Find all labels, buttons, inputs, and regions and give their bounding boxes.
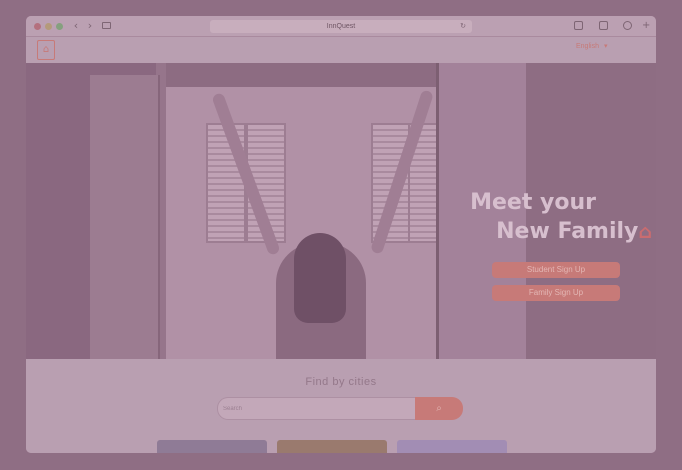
- tabs-icon[interactable]: [599, 21, 608, 30]
- logo-icon[interactable]: ⌂: [37, 40, 55, 60]
- forward-icon[interactable]: ›: [84, 19, 96, 33]
- hero-image-person-head: [294, 233, 346, 323]
- hero-title-line2: New Family: [496, 219, 639, 244]
- hero-title: Meet your New Family⌂: [446, 188, 652, 247]
- city-card[interactable]: [277, 440, 387, 453]
- reload-icon[interactable]: ↻: [460, 20, 466, 33]
- student-signup-button[interactable]: Student Sign Up: [492, 262, 620, 278]
- address-text: InnQuest: [326, 23, 356, 30]
- back-icon[interactable]: ‹: [70, 19, 82, 33]
- chevron-down-icon[interactable]: ▾: [604, 42, 608, 50]
- sidebar-icon[interactable]: [102, 22, 111, 29]
- cities-title: Find by cities: [305, 376, 377, 388]
- zoom-window-button[interactable]: [56, 23, 63, 30]
- settings-icon[interactable]: [623, 21, 632, 30]
- share-icon[interactable]: [574, 21, 583, 30]
- search-icon: ⌕: [436, 403, 442, 414]
- hero-title-line1: Meet your: [470, 190, 596, 215]
- city-card[interactable]: [157, 440, 267, 453]
- browser-toolbar: ‹ › InnQuest ↻ +: [26, 16, 656, 37]
- family-signup-button[interactable]: Family Sign Up: [492, 285, 620, 301]
- address-bar[interactable]: InnQuest ↻: [210, 20, 472, 33]
- city-card[interactable]: [397, 440, 507, 453]
- site-header: ⌂ English ▾: [26, 37, 656, 63]
- close-window-button[interactable]: [34, 23, 41, 30]
- house-icon: ⌂: [638, 221, 652, 243]
- cities-section: Find by cities ⌕: [26, 359, 656, 453]
- hero-section: Meet your New Family⌂ Student Sign Up Fa…: [26, 63, 656, 359]
- minimize-window-button[interactable]: [45, 23, 52, 30]
- city-search-input[interactable]: [217, 397, 415, 420]
- new-tab-icon[interactable]: +: [642, 21, 651, 31]
- browser-window: ‹ › InnQuest ↻ + ⌂ English ▾ Meet your N…: [26, 16, 656, 453]
- search-button[interactable]: ⌕: [415, 397, 463, 420]
- hero-image-lintel: [166, 63, 436, 87]
- language-selector[interactable]: English: [576, 43, 599, 50]
- hero-image-door-left: [90, 75, 160, 359]
